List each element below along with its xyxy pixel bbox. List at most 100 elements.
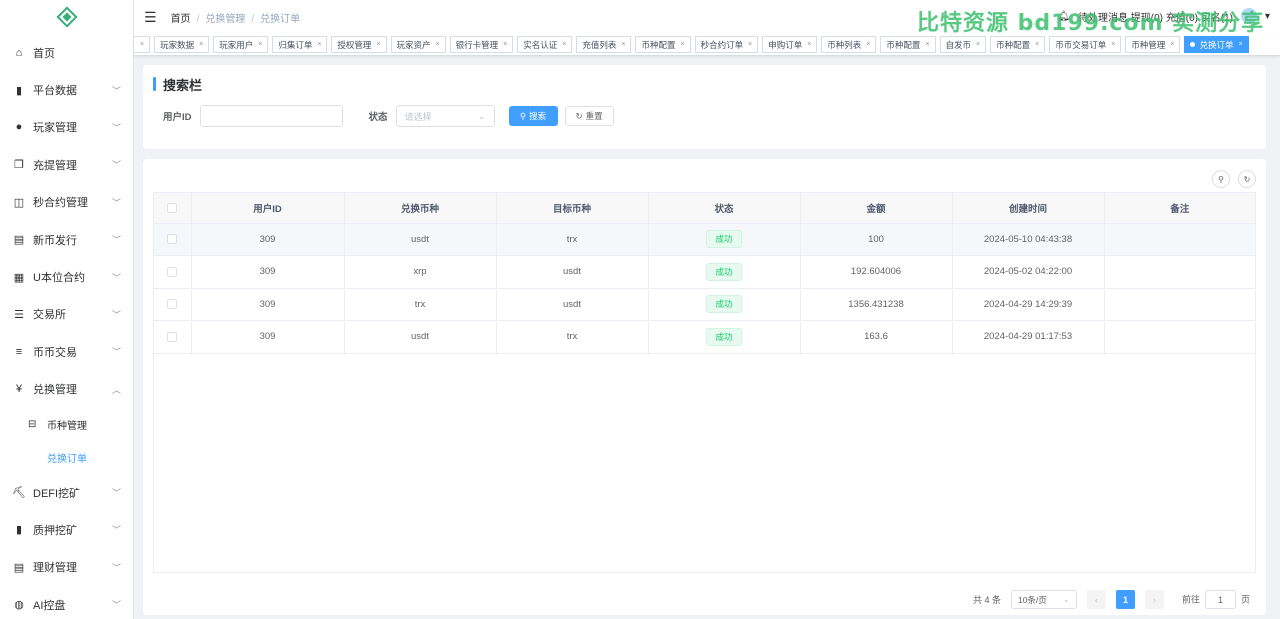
tag-view-item[interactable]: 币币交易订单 × xyxy=(1049,36,1122,53)
tag-view-item[interactable]: 币种配置 × xyxy=(880,36,936,53)
sidebar-item[interactable]: ⛏ DEFI挖矿 ﹀ xyxy=(0,474,133,511)
close-icon[interactable]: × xyxy=(562,41,566,48)
close-icon[interactable]: × xyxy=(199,41,203,48)
sidebar-item[interactable]: ⌂ 首页 xyxy=(0,34,133,71)
close-icon[interactable]: × xyxy=(925,41,929,48)
goto-page-input[interactable]: 1 xyxy=(1204,590,1236,609)
next-page-button[interactable]: › xyxy=(1144,590,1164,609)
sidebar-item[interactable]: ¥ 兑换管理 ︿ xyxy=(0,371,133,408)
close-icon[interactable]: × xyxy=(376,41,380,48)
sidebar-item[interactable]: ≡ 币币交易 ﹀ xyxy=(0,333,133,370)
tag-view-item[interactable]: 玩家用户 × xyxy=(213,36,269,53)
close-icon[interactable]: × xyxy=(436,41,440,48)
sidebar-item[interactable]: ▮ 质押挖矿 ﹀ xyxy=(0,511,133,548)
tag-view-item[interactable]: 充值列表 × xyxy=(576,36,632,53)
sidebar-item[interactable]: ❐ 充提管理 ﹀ xyxy=(0,146,133,183)
page-size-select[interactable]: 10条/页 ⌄ xyxy=(1010,590,1077,609)
sidebar-item[interactable]: ▮ 平台数据 ﹀ xyxy=(0,71,133,108)
row-checkbox[interactable] xyxy=(167,299,178,310)
close-icon[interactable]: × xyxy=(807,41,811,48)
table-row[interactable]: 309 xrp usdt 成功 192.604006 2024-05-02 04:22:0… xyxy=(154,255,1255,289)
row-checkbox[interactable] xyxy=(167,266,178,277)
column-header[interactable]: 创建时间 xyxy=(952,193,1105,224)
sidebar-subitem[interactable]: ⊟ 币种管理 xyxy=(0,408,133,441)
page-number-current[interactable]: 1 xyxy=(1115,590,1135,609)
tag-view-item[interactable]: 秒合约订单 × xyxy=(694,36,759,53)
hamburger-icon[interactable]: ☰ xyxy=(144,9,157,26)
close-icon[interactable]: × xyxy=(866,41,870,48)
tag-view-item[interactable]: 币种配置 × xyxy=(990,36,1046,53)
column-header[interactable]: 备注 xyxy=(1104,193,1255,224)
row-checkbox[interactable] xyxy=(167,234,178,245)
sidebar-item[interactable]: ◫ 秒合约管理 ﹀ xyxy=(0,184,133,221)
user-id-input[interactable] xyxy=(199,105,343,127)
breadcrumb-home[interactable]: 首页 xyxy=(171,14,191,25)
table-toolbar: ⚲ ↻ xyxy=(1212,170,1256,188)
column-header[interactable]: 目标币种 xyxy=(496,193,649,224)
close-icon[interactable]: × xyxy=(258,41,262,48)
search-button[interactable]: ⚲ 搜索 xyxy=(508,106,558,126)
logo[interactable] xyxy=(0,0,133,34)
sidebar-item-label: 充提管理 xyxy=(33,159,77,172)
tag-view-item[interactable]: 币种列表 × xyxy=(821,36,877,53)
prev-page-button[interactable]: ‹ xyxy=(1086,590,1106,609)
row-checkbox[interactable] xyxy=(167,331,178,342)
tag-view-item[interactable]: 玩家数据 × xyxy=(154,36,210,53)
tag-view-item[interactable]: 自发币 × xyxy=(939,36,987,53)
tag-view-item[interactable]: 币种管理 × xyxy=(1125,36,1181,53)
tag-view-item[interactable]: 币种配置 × xyxy=(635,36,691,53)
close-icon[interactable]: × xyxy=(503,41,507,48)
column-header[interactable]: 状态 xyxy=(648,193,801,224)
chevron-down-icon: ﹀ xyxy=(111,235,121,246)
close-icon[interactable]: × xyxy=(748,41,752,48)
monitor-icon: ◫ xyxy=(13,196,25,209)
close-icon[interactable]: × xyxy=(1238,41,1242,48)
reset-button[interactable]: ↻ 重置 xyxy=(564,106,614,126)
tag-view-item[interactable]: 兑换订单 × xyxy=(1184,36,1249,53)
breadcrumb-section[interactable]: 兑换管理 xyxy=(205,14,245,25)
column-header[interactable]: 用户ID xyxy=(191,193,345,224)
close-icon[interactable]: × xyxy=(680,41,684,48)
caret-down-icon[interactable]: ▾ xyxy=(1265,11,1270,22)
column-header[interactable]: 金额 xyxy=(800,193,953,224)
table-header-row: 用户ID 兑换币种 目标币种 状态 金额 创建时间 备注 xyxy=(154,193,1255,224)
tag-view-item[interactable]: 申购订单 × xyxy=(762,36,818,53)
tag-view-item[interactable]: 银行卡管理 × xyxy=(449,36,514,53)
tag-view-item[interactable]: 授权管理 × xyxy=(331,36,387,53)
close-icon[interactable]: × xyxy=(1170,41,1174,48)
select-all-checkbox[interactable] xyxy=(167,202,178,213)
tag-overflow[interactable]: × xyxy=(134,36,151,53)
close-icon[interactable]: × xyxy=(317,41,321,48)
status-select[interactable]: 请选择 ⌄ xyxy=(395,105,495,127)
sidebar-item[interactable]: ▤ 理财管理 ﹀ xyxy=(0,549,133,586)
sidebar-item[interactable]: ▦ U本位合约 ﹀ xyxy=(0,258,133,295)
toggle-search-button[interactable]: ⚲ xyxy=(1212,170,1230,188)
close-icon[interactable]: × xyxy=(1035,41,1039,48)
tag-view-item[interactable]: 玩家资产 × xyxy=(390,36,446,53)
reset-button-label: 重置 xyxy=(585,111,603,121)
refresh-button[interactable]: ↻ xyxy=(1238,170,1256,188)
table-row[interactable]: 309 usdt trx 成功 100 2024-05-10 04:43:38 xyxy=(154,223,1255,256)
tag-view-item[interactable]: 归集订单 × xyxy=(272,36,328,53)
close-icon[interactable]: × xyxy=(1111,41,1115,48)
tag-label: 玩家用户 xyxy=(219,39,254,50)
chevron-down-icon: ﹀ xyxy=(111,488,121,499)
search-icon: ⚲ xyxy=(1218,174,1224,184)
user-icon: ● xyxy=(15,121,23,134)
sidebar-item[interactable]: ☰ 交易所 ﹀ xyxy=(0,296,133,333)
sidebar-item[interactable]: ● 玩家管理 ﹀ xyxy=(0,109,133,146)
column-header[interactable]: 兑换币种 xyxy=(344,193,497,224)
sidebar-menu: ⌂ 首页 ▮ 平台数据 ﹀ ● 玩家管理 ﹀ ❐ 充提管理 ﹀ ◫ 秒合约管理 ﹀ ▤ 新币发行 ﹀ ▦ U本位合约… xyxy=(0,34,133,619)
close-icon[interactable]: × xyxy=(621,41,625,48)
sidebar-item[interactable]: ▤ 新币发行 ﹀ xyxy=(0,221,133,258)
logo-icon xyxy=(55,6,78,28)
table-row[interactable]: 309 usdt trx 成功 163.6 2024-04-29 01:17:53 xyxy=(154,320,1255,354)
yen-icon: ¥ xyxy=(15,383,23,396)
tag-view-item[interactable]: 实名认证 × xyxy=(517,36,573,53)
table-row[interactable]: 309 trx usdt 成功 1356.431238 2024-04-29 14:29:… xyxy=(154,288,1255,321)
close-icon[interactable]: × xyxy=(976,41,980,48)
chevron-down-icon: ⌄ xyxy=(1062,594,1070,604)
sidebar-subitem[interactable]: 兑换订单 xyxy=(0,441,133,474)
sidebar-item-label: U本位合约 xyxy=(33,272,85,285)
sidebar-item[interactable]: ◍ AI控盘 ﹀ xyxy=(0,586,133,619)
